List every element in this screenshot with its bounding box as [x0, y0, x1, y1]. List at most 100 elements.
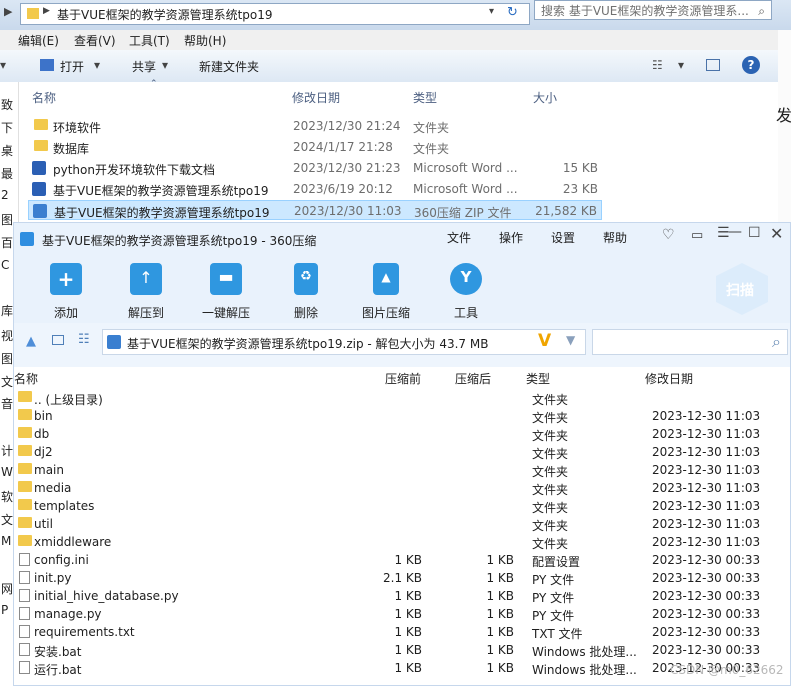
column-size[interactable]: 大小: [533, 89, 557, 106]
maximize-icon[interactable]: ☐: [748, 225, 761, 241]
preview-pane-icon[interactable]: [706, 59, 720, 71]
column-modified-date[interactable]: 修改日期: [645, 370, 693, 387]
list-item[interactable]: python开发环境软件下载文档 2023/12/30 21:23 Micros…: [28, 158, 602, 178]
table-row[interactable]: db 文件夹 2023-12-30 11:03: [14, 426, 790, 444]
table-row[interactable]: util 文件夹 2023-12-30 11:03: [14, 516, 790, 534]
search-icon[interactable]: ⌕: [772, 332, 781, 352]
menu-operation[interactable]: 操作: [499, 229, 523, 246]
add-icon: +: [50, 263, 82, 295]
file-name: templates: [34, 499, 95, 513]
list-item[interactable]: 数据库 2024/1/17 21:28 文件夹: [28, 137, 602, 157]
toolbar-chevron-icon[interactable]: ▾: [0, 58, 6, 72]
refresh-icon[interactable]: ↻: [507, 5, 518, 20]
table-row[interactable]: dj2 文件夹 2023-12-30 11:03: [14, 444, 790, 462]
menu-view[interactable]: 查看(V): [74, 32, 116, 49]
nav-glyph[interactable]: 最: [1, 165, 13, 182]
list-item[interactable]: 基于VUE框架的教学资源管理系统tpo19 2023/6/19 20:12 Mi…: [28, 179, 602, 199]
column-name[interactable]: 名称: [14, 370, 38, 387]
menu-edit[interactable]: 编辑(E): [18, 32, 59, 49]
image-compress-button[interactable]: ▲ 图片压缩: [350, 263, 422, 321]
nav-glyph[interactable]: 图: [1, 211, 13, 228]
breadcrumb[interactable]: ▶ 基于VUE框架的教学资源管理系统tpo19 ▾ ↻: [20, 3, 530, 25]
skin-icon[interactable]: ♡: [662, 227, 675, 243]
archive-path-field[interactable]: 基于VUE框架的教学资源管理系统tpo19.zip - 解包大小为 43.7 M…: [102, 329, 586, 355]
extract-to-button[interactable]: ↑ 解压到: [110, 263, 182, 321]
menu-tools[interactable]: 工具(T): [129, 32, 170, 49]
add-button[interactable]: + 添加: [30, 263, 102, 321]
minimize-icon[interactable]: —: [728, 224, 742, 240]
view-options-icon[interactable]: ☷: [652, 58, 663, 72]
image-compress-icon: ▲: [373, 263, 399, 295]
nav-glyph[interactable]: 图: [1, 350, 13, 367]
v-badge-icon[interactable]: V: [538, 331, 551, 351]
open-button[interactable]: 打开: [60, 58, 84, 75]
nav-glyph[interactable]: 下: [1, 119, 13, 136]
table-row[interactable]: config.ini 1 KB 1 KB 配置设置 2023-12-30 00:33: [14, 552, 790, 570]
nav-glyph[interactable]: 百: [1, 234, 13, 251]
view-dropdown-icon[interactable]: ▾: [678, 58, 684, 72]
thumbnail-view-icon[interactable]: [52, 335, 64, 345]
column-name[interactable]: 名称: [32, 89, 56, 106]
table-row[interactable]: .. (上级目录) 文件夹: [14, 390, 790, 408]
nav-glyph[interactable]: 计: [1, 442, 13, 459]
compressed-before: 1 KB: [394, 625, 422, 639]
new-folder-button[interactable]: 新建文件夹: [199, 58, 259, 75]
share-button[interactable]: 共享: [132, 58, 156, 75]
nav-glyph[interactable]: 2: [1, 188, 9, 202]
explorer-search-input[interactable]: 搜索 基于VUE框架的教学资源管理系... ⌕: [534, 0, 772, 20]
nav-glyph[interactable]: P: [1, 603, 8, 617]
menu-help[interactable]: 帮助(H): [184, 32, 226, 49]
table-row[interactable]: bin 文件夹 2023-12-30 11:03: [14, 408, 790, 426]
menu-settings[interactable]: 设置: [551, 229, 575, 246]
share-dropdown-icon[interactable]: ▾: [162, 58, 168, 72]
open-dropdown-icon[interactable]: ▾: [94, 58, 100, 72]
nav-glyph[interactable]: 视: [1, 327, 13, 344]
search-icon[interactable]: ⌕: [758, 1, 765, 21]
column-date[interactable]: 修改日期: [292, 89, 340, 106]
nav-glyph[interactable]: 库: [1, 302, 13, 319]
table-row[interactable]: 安装.bat 1 KB 1 KB Windows 批处理... 2023-12-30 0…: [14, 642, 790, 660]
menu-help[interactable]: 帮助: [603, 229, 627, 246]
close-icon[interactable]: ✕: [770, 224, 783, 243]
up-arrow-icon[interactable]: ▲: [26, 334, 36, 349]
breadcrumb-dropdown-icon[interactable]: ▾: [489, 6, 494, 17]
table-row[interactable]: manage.py 1 KB 1 KB PY 文件 2023-12-30 00:33: [14, 606, 790, 624]
column-compressed-before[interactable]: 压缩前: [385, 370, 421, 387]
scan-button[interactable]: 扫描: [716, 263, 768, 315]
list-item-selected[interactable]: 基于VUE框架的教学资源管理系统tpo19 2023/12/30 11:03 3…: [28, 200, 602, 220]
column-type[interactable]: 类型: [413, 89, 437, 106]
delete-button[interactable]: ♻ 删除: [270, 263, 342, 321]
nav-glyph[interactable]: W: [1, 465, 13, 479]
nav-glyph[interactable]: 致: [1, 96, 13, 113]
scan-label: 扫描: [726, 283, 754, 299]
column-type[interactable]: 类型: [526, 370, 550, 387]
table-row[interactable]: initial_hive_database.py 1 KB 1 KB PY 文件 202…: [14, 588, 790, 606]
table-row[interactable]: main 文件夹 2023-12-30 11:03: [14, 462, 790, 480]
table-row[interactable]: requirements.txt 1 KB 1 KB TXT 文件 2023-12-30…: [14, 624, 790, 642]
nav-glyph[interactable]: 网: [1, 580, 13, 597]
archive-search-input[interactable]: ⌕: [592, 329, 788, 355]
nav-glyph[interactable]: 文: [1, 511, 13, 528]
nav-glyph[interactable]: 桌: [1, 142, 13, 159]
tools-button[interactable]: Y 工具: [430, 263, 502, 321]
nav-glyph[interactable]: C: [1, 258, 9, 272]
nav-glyph[interactable]: 软: [1, 488, 13, 505]
table-row[interactable]: xmiddleware 文件夹 2023-12-30 11:03: [14, 534, 790, 552]
nav-glyph[interactable]: 音: [1, 395, 13, 412]
folder-icon: [34, 140, 48, 151]
breadcrumb-current[interactable]: 基于VUE框架的教学资源管理系统tpo19: [57, 6, 273, 23]
one-click-extract-button[interactable]: ▬ 一键解压: [190, 263, 262, 321]
list-item[interactable]: 环境软件 2023/12/30 21:24 文件夹: [28, 116, 602, 136]
feedback-icon[interactable]: ▭: [691, 228, 703, 243]
table-row[interactable]: templates 文件夹 2023-12-30 11:03: [14, 498, 790, 516]
table-row[interactable]: init.py 2.1 KB 1 KB PY 文件 2023-12-30 00:33: [14, 570, 790, 588]
menu-file[interactable]: 文件: [447, 229, 471, 246]
nav-glyph[interactable]: M: [1, 534, 11, 548]
path-dropdown-icon[interactable]: ▼: [566, 333, 575, 347]
nav-glyph[interactable]: 文: [1, 373, 13, 390]
column-compressed-after[interactable]: 压缩后: [455, 370, 491, 387]
table-row[interactable]: media 文件夹 2023-12-30 11:03: [14, 480, 790, 498]
help-icon[interactable]: ?: [742, 56, 760, 74]
nav-chevron-icon[interactable]: ▶: [4, 5, 12, 18]
list-view-icon[interactable]: ☷: [78, 332, 90, 347]
